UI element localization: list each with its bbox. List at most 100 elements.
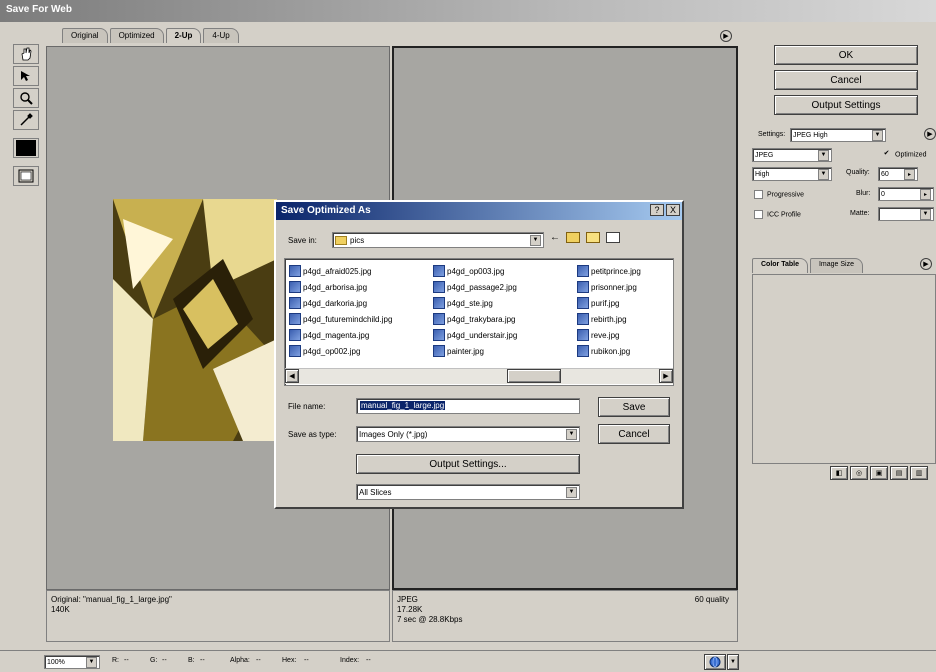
map-color-icon[interactable]: ◧ bbox=[830, 466, 848, 480]
window-title: Save For Web bbox=[0, 0, 936, 22]
file-list-scrollbar[interactable]: ◀ ▶ bbox=[285, 368, 673, 384]
list-item[interactable]: petitprince.jpg bbox=[577, 263, 671, 279]
r-value: -- bbox=[124, 657, 129, 664]
optimization-settings: Settings: JPEG High ▼ ▶ JPEG ▼ ✔ Optimized … bbox=[752, 126, 936, 230]
save-in-label: Save in: bbox=[288, 236, 317, 245]
scroll-right-icon[interactable]: ▶ bbox=[659, 369, 673, 383]
eyedropper-color-swatch[interactable] bbox=[13, 138, 39, 158]
tab-2-up[interactable]: 2-Up bbox=[165, 28, 202, 43]
file-name: p4gd_arborisa.jpg bbox=[303, 282, 368, 292]
hand-tool-icon[interactable] bbox=[13, 44, 39, 64]
file-name: p4gd_darkoria.jpg bbox=[303, 298, 368, 308]
color-table-area[interactable] bbox=[752, 274, 936, 464]
dialog-output-settings-button[interactable]: Output Settings... bbox=[356, 454, 580, 474]
list-item[interactable]: painter.jpg bbox=[433, 343, 568, 359]
scroll-left-icon[interactable]: ◀ bbox=[285, 369, 299, 383]
file-list[interactable]: p4gd_afraid025.jpg p4gd_arborisa.jpg p4g… bbox=[284, 258, 674, 386]
list-item[interactable]: p4gd_darkoria.jpg bbox=[289, 295, 424, 311]
hex-value: -- bbox=[304, 657, 309, 664]
tab-color-table[interactable]: Color Table bbox=[752, 258, 808, 273]
tab-original[interactable]: Original bbox=[62, 28, 108, 43]
save-button[interactable]: Save bbox=[598, 397, 670, 417]
color-table-menu-icon[interactable]: ▶ bbox=[920, 258, 932, 270]
list-item[interactable]: p4gd_afraid025.jpg bbox=[289, 263, 424, 279]
jpg-file-icon bbox=[433, 281, 445, 293]
optimized-checkbox[interactable]: ✔ Optimized bbox=[882, 150, 927, 159]
slice-select-tool-icon[interactable] bbox=[13, 66, 39, 86]
help-icon[interactable]: ? bbox=[650, 204, 664, 216]
eyedropper-tool-icon[interactable] bbox=[13, 110, 39, 130]
close-icon[interactable]: X bbox=[666, 204, 680, 216]
list-item[interactable]: rebirth.jpg bbox=[577, 311, 671, 327]
back-arrow-icon[interactable]: ← bbox=[550, 232, 560, 243]
preview-in-browser-icon[interactable] bbox=[704, 654, 726, 670]
list-item[interactable]: p4gd_understair.jpg bbox=[433, 327, 568, 343]
quality-preset-select[interactable]: High ▼ bbox=[752, 167, 832, 181]
save-as-type-label: Save as type: bbox=[288, 430, 337, 439]
list-item[interactable]: prisonner.jpg bbox=[577, 279, 671, 295]
browser-menu-chevron-icon[interactable]: ▼ bbox=[727, 654, 739, 670]
jpg-file-icon bbox=[289, 265, 301, 277]
list-item[interactable]: p4gd_magenta.jpg bbox=[289, 327, 424, 343]
preview-menu-icon[interactable]: ▶ bbox=[720, 30, 732, 42]
jpg-file-icon bbox=[577, 313, 589, 325]
list-item[interactable]: reve.jpg bbox=[577, 327, 671, 343]
quality-label: Quality: bbox=[846, 169, 870, 176]
index-value: -- bbox=[366, 657, 371, 664]
checkbox-box bbox=[754, 210, 763, 219]
scroll-thumb[interactable] bbox=[507, 369, 561, 383]
dialog-cancel-button[interactable]: Cancel bbox=[598, 424, 670, 444]
jpg-file-icon bbox=[577, 265, 589, 277]
settings-preset-select[interactable]: JPEG High ▼ bbox=[790, 128, 886, 142]
list-item[interactable]: p4gd_op003.jpg bbox=[433, 263, 568, 279]
settings-menu-icon[interactable]: ▶ bbox=[924, 128, 936, 140]
tab-optimized[interactable]: Optimized bbox=[109, 28, 164, 43]
g-label: G: bbox=[150, 657, 158, 664]
view-menu-icon[interactable] bbox=[606, 232, 620, 243]
tab-image-size[interactable]: Image Size bbox=[809, 258, 864, 273]
file-name: rebirth.jpg bbox=[591, 314, 627, 324]
web-shift-icon[interactable]: ◎ bbox=[850, 466, 868, 480]
file-name-input[interactable]: manual_fig_1_large.jpg bbox=[356, 398, 580, 414]
list-item[interactable]: p4gd_futuremindchild.jpg bbox=[289, 311, 424, 327]
save-as-type-select[interactable]: Images Only (*.jpg) ▼ bbox=[356, 426, 580, 442]
slices-select[interactable]: All Slices ▼ bbox=[356, 484, 580, 500]
ok-button[interactable]: OK bbox=[774, 45, 918, 65]
icc-profile-checkbox[interactable]: ICC Profile bbox=[754, 210, 801, 219]
zoom-select[interactable]: 100% ▼ bbox=[44, 655, 100, 669]
blur-input[interactable]: 0 ▸ bbox=[878, 187, 934, 201]
save-in-select[interactable]: pics ▼ bbox=[332, 232, 544, 248]
zoom-tool-icon[interactable] bbox=[13, 88, 39, 108]
chevron-right-icon: ▸ bbox=[920, 188, 931, 200]
optimized-format: JPEG bbox=[397, 595, 418, 604]
save-in-value: pics bbox=[350, 235, 365, 245]
progressive-checkbox[interactable]: Progressive bbox=[754, 190, 804, 199]
list-item[interactable]: p4gd_trakybara.jpg bbox=[433, 311, 568, 327]
new-folder-icon[interactable] bbox=[586, 232, 600, 243]
list-item[interactable]: p4gd_passage2.jpg bbox=[433, 279, 568, 295]
list-item[interactable]: p4gd_ste.jpg bbox=[433, 295, 568, 311]
list-item[interactable]: purif.jpg bbox=[577, 295, 671, 311]
matte-select[interactable]: ▼ bbox=[878, 207, 934, 221]
tab-4-up[interactable]: 4-Up bbox=[203, 28, 239, 43]
quality-input[interactable]: 60 ▸ bbox=[878, 167, 918, 181]
new-color-icon[interactable]: ▤ bbox=[890, 466, 908, 480]
lock-color-icon[interactable]: ▣ bbox=[870, 466, 888, 480]
output-settings-button[interactable]: Output Settings bbox=[774, 95, 918, 115]
up-folder-icon[interactable] bbox=[566, 232, 580, 243]
format-select[interactable]: JPEG ▼ bbox=[752, 148, 832, 162]
chevron-right-icon: ▸ bbox=[904, 168, 915, 180]
toggle-slices-visibility-icon[interactable] bbox=[13, 166, 39, 186]
save-for-web-window: Save For Web Original Optimized 2-Up 4-Up ▶… bbox=[0, 0, 936, 672]
dialog-title: Save Optimized As bbox=[276, 202, 682, 220]
chevron-down-icon: ▼ bbox=[872, 129, 883, 141]
matte-label: Matte: bbox=[850, 210, 870, 217]
cancel-button[interactable]: Cancel bbox=[774, 70, 918, 90]
jpg-file-icon bbox=[289, 345, 301, 357]
optimized-download-time: 7 sec @ 28.8Kbps bbox=[397, 615, 463, 624]
list-item[interactable]: rubikon.jpg bbox=[577, 343, 671, 359]
list-item[interactable]: p4gd_op002.jpg bbox=[289, 343, 424, 359]
list-item[interactable]: p4gd_arborisa.jpg bbox=[289, 279, 424, 295]
trash-icon[interactable]: ▥ bbox=[910, 466, 928, 480]
jpg-file-icon bbox=[433, 297, 445, 309]
